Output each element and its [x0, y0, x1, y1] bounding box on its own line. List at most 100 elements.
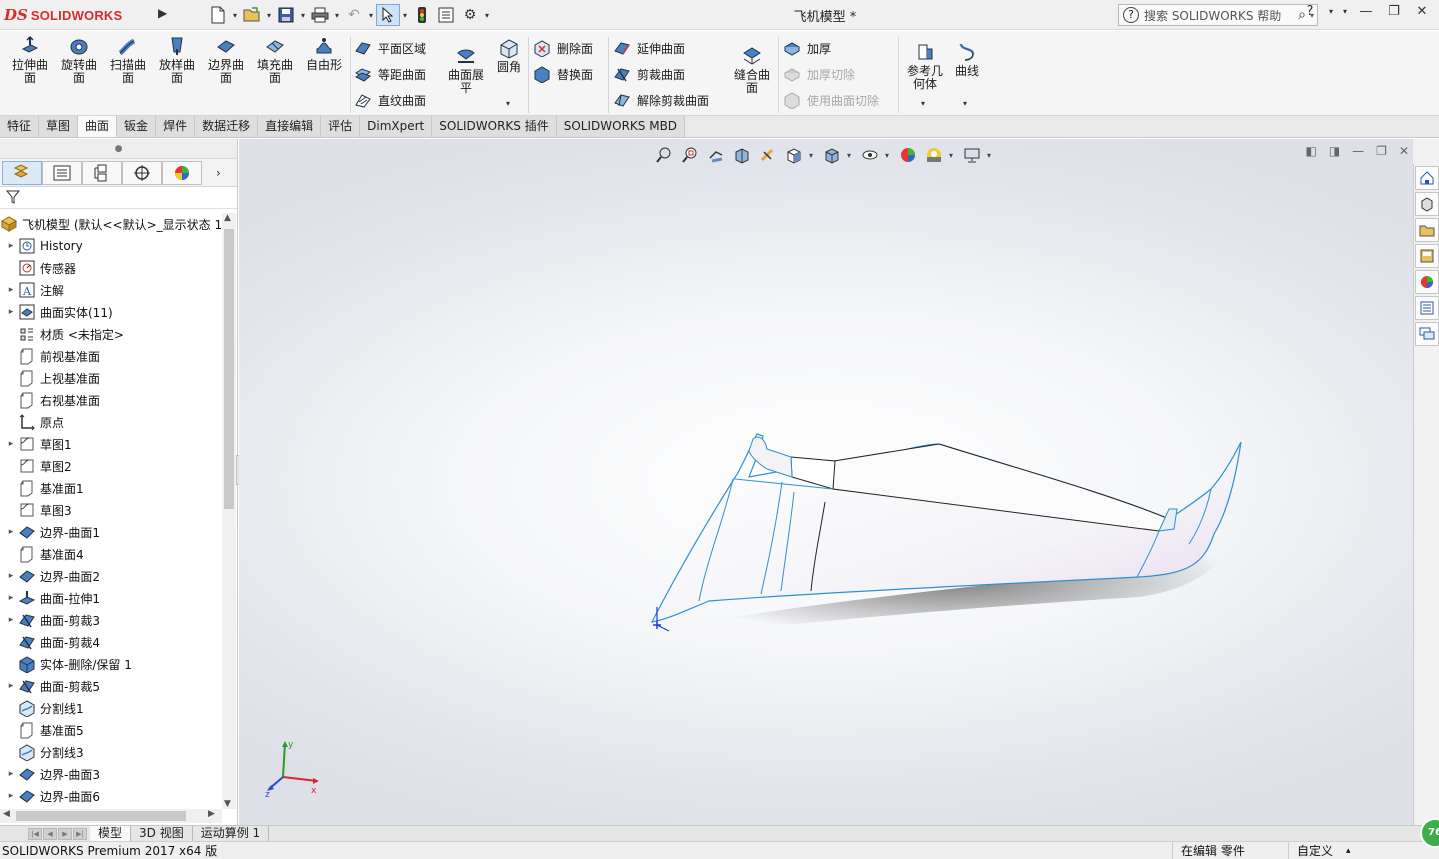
options-dropdown-icon[interactable]: ▾: [482, 11, 492, 20]
tab-solidworks-addins[interactable]: SOLIDWORKS 插件: [432, 116, 557, 137]
open-icon[interactable]: [240, 4, 264, 26]
tree-item[interactable]: ▸ 曲面-剪裁3: [0, 609, 222, 631]
expand-arrow-icon[interactable]: ▸: [4, 681, 18, 691]
tab-solidworks-mbd[interactable]: SOLIDWORKS MBD: [556, 116, 686, 137]
expand-arrow-icon[interactable]: ▸: [4, 285, 18, 295]
freeform-button[interactable]: 自由形: [302, 35, 346, 72]
tab-features[interactable]: 特征: [0, 116, 40, 137]
view-palette-icon[interactable]: [1415, 244, 1439, 268]
tree-item[interactable]: ▸ 曲面-剪裁5: [0, 675, 222, 697]
tree-item[interactable]: 右视基准面: [0, 389, 222, 411]
extruded-surface-button[interactable]: 拉伸曲面: [8, 35, 52, 85]
tree-item[interactable]: ▸ 草图1: [0, 433, 222, 455]
tree-item[interactable]: 分割线3: [0, 741, 222, 763]
rebuild-traffic-light-icon[interactable]: [410, 4, 434, 26]
curves-button[interactable]: 曲线: [950, 41, 984, 78]
reference-geometry-dropdown-icon[interactable]: ▾: [921, 99, 925, 108]
file-properties-icon[interactable]: [434, 4, 458, 26]
last-tab-icon[interactable]: ▶|: [73, 827, 87, 840]
next-tab-icon[interactable]: ▶: [58, 827, 72, 840]
configuration-manager-tab[interactable]: [82, 160, 122, 185]
tree-item[interactable]: 基准面4: [0, 543, 222, 565]
horizontal-scroll-thumb[interactable]: [16, 811, 186, 821]
tab-evaluate[interactable]: 评估: [321, 116, 361, 137]
curves-dropdown-icon[interactable]: ▾: [963, 99, 967, 108]
tree-item[interactable]: ▸ 边界-曲面6: [0, 785, 222, 807]
expand-arrow-icon[interactable]: ▸: [4, 439, 18, 449]
unit-system-selector[interactable]: 自定义: [1288, 842, 1364, 859]
expand-arrow-icon[interactable]: ▸: [4, 593, 18, 603]
tree-item[interactable]: ▸ 边界-曲面1: [0, 521, 222, 543]
save-dropdown-icon[interactable]: ▾: [298, 11, 308, 20]
untrim-surface-button[interactable]: 解除剪裁曲面: [613, 89, 709, 111]
undo-icon[interactable]: ↶: [342, 4, 366, 26]
menu-expand-icon[interactable]: ▶: [158, 6, 172, 24]
tree-item[interactable]: ▸ 曲面-拉伸1: [0, 587, 222, 609]
scroll-left-icon[interactable]: ◀: [3, 809, 10, 819]
select-dropdown-icon[interactable]: ▾: [400, 11, 410, 20]
expand-arrow-icon[interactable]: ▸: [4, 769, 18, 779]
minimize-icon[interactable]: —: [1355, 4, 1377, 19]
tree-item[interactable]: 草图2: [0, 455, 222, 477]
expand-arrow-icon[interactable]: ▸: [4, 307, 18, 317]
tree-item[interactable]: ▸ 曲面实体(11): [0, 301, 222, 323]
knit-surface-button[interactable]: 缝合曲面: [730, 45, 774, 95]
property-manager-tab[interactable]: [42, 160, 82, 185]
thicken-cut-button[interactable]: 加厚切除: [783, 63, 855, 85]
offset-surface-button[interactable]: 等距曲面: [354, 63, 426, 85]
extend-surface-button[interactable]: 延伸曲面: [613, 37, 685, 59]
feature-manager-tab[interactable]: [2, 160, 42, 185]
tab-3d-views[interactable]: 3D 视图: [131, 826, 193, 841]
airplane-surface-model[interactable]: [239, 139, 1413, 825]
close-icon[interactable]: ✕: [1411, 4, 1433, 19]
tree-item[interactable]: 实体-删除/保留 1: [0, 653, 222, 675]
tree-horizontal-scrollbar[interactable]: ◀ ▶: [0, 809, 222, 823]
filter-icon[interactable]: [5, 190, 21, 204]
solidworks-logo[interactable]: DS SOLIDWORKS: [4, 3, 154, 27]
tree-vertical-scrollbar[interactable]: ▲ ▼: [222, 213, 236, 809]
expand-arrow-icon[interactable]: ▸: [4, 527, 18, 537]
tree-item[interactable]: 原点: [0, 411, 222, 433]
custom-properties-icon[interactable]: [1415, 296, 1439, 320]
undo-dropdown-icon[interactable]: ▾: [366, 11, 376, 20]
graphics-area[interactable]: ▾ ▾ ▾ ▾ ▾ ◧ ◨ — ❐ ✕ y x z: [239, 139, 1413, 825]
scroll-right-icon[interactable]: ▶: [208, 809, 215, 819]
first-tab-icon[interactable]: |◀: [28, 827, 42, 840]
replace-face-button[interactable]: 替换面: [533, 63, 593, 85]
tree-item[interactable]: ▸ 边界-曲面3: [0, 763, 222, 785]
swept-surface-button[interactable]: 扫描曲面: [106, 35, 150, 85]
help-search-input[interactable]: ? 搜索 SOLIDWORKS 帮助 ⌕ ▾: [1118, 4, 1318, 26]
new-dropdown-icon[interactable]: ▾: [230, 11, 240, 20]
tree-item[interactable]: ▸ A 注解: [0, 279, 222, 301]
tree-item[interactable]: ▸ History: [0, 235, 222, 257]
tree-item[interactable]: ▸ 边界-曲面2: [0, 565, 222, 587]
tab-motion-study-1[interactable]: 运动算例 1: [193, 826, 270, 841]
surface-flatten-button[interactable]: 曲面展平: [446, 45, 486, 95]
tab-dimxpert[interactable]: DimXpert: [360, 116, 433, 137]
solidworks-forum-icon[interactable]: [1415, 322, 1439, 346]
appearances-scenes-icon[interactable]: [1415, 270, 1439, 294]
tab-sheet-metal[interactable]: 钣金: [117, 116, 157, 137]
expand-arrow-icon[interactable]: ▸: [4, 571, 18, 581]
lofted-surface-button[interactable]: 放样曲面: [155, 35, 199, 85]
tree-root-part[interactable]: 飞机模型 (默认<<默认>_显示状态 1: [0, 213, 222, 235]
print-dropdown-icon[interactable]: ▾: [332, 11, 342, 20]
tab-sketch[interactable]: 草图: [39, 116, 79, 137]
scroll-up-icon[interactable]: ▲: [224, 213, 231, 223]
expand-arrow-icon[interactable]: ▸: [4, 241, 18, 251]
select-arrow-icon[interactable]: [376, 4, 400, 26]
tree-item[interactable]: 材质 <未指定>: [0, 323, 222, 345]
tab-direct-editing[interactable]: 直接编辑: [258, 116, 322, 137]
scroll-thumb[interactable]: [224, 229, 234, 509]
options-gear-icon[interactable]: ⚙: [458, 4, 482, 26]
prev-tab-icon[interactable]: ◀: [43, 827, 57, 840]
design-library-icon[interactable]: [1415, 192, 1439, 216]
tab-weldments[interactable]: 焊件: [156, 116, 196, 137]
filled-surface-button[interactable]: 填充曲面: [253, 35, 297, 85]
help-dropdown-icon[interactable]: ▾: [1327, 7, 1335, 16]
help-menu-button[interactable]: ?: [1299, 4, 1321, 19]
scroll-down-icon[interactable]: ▼: [224, 799, 231, 809]
fillet-dropdown-icon[interactable]: ▾: [506, 99, 510, 108]
solidworks-resources-home-icon[interactable]: [1415, 166, 1439, 190]
open-dropdown-icon[interactable]: ▾: [264, 11, 274, 20]
